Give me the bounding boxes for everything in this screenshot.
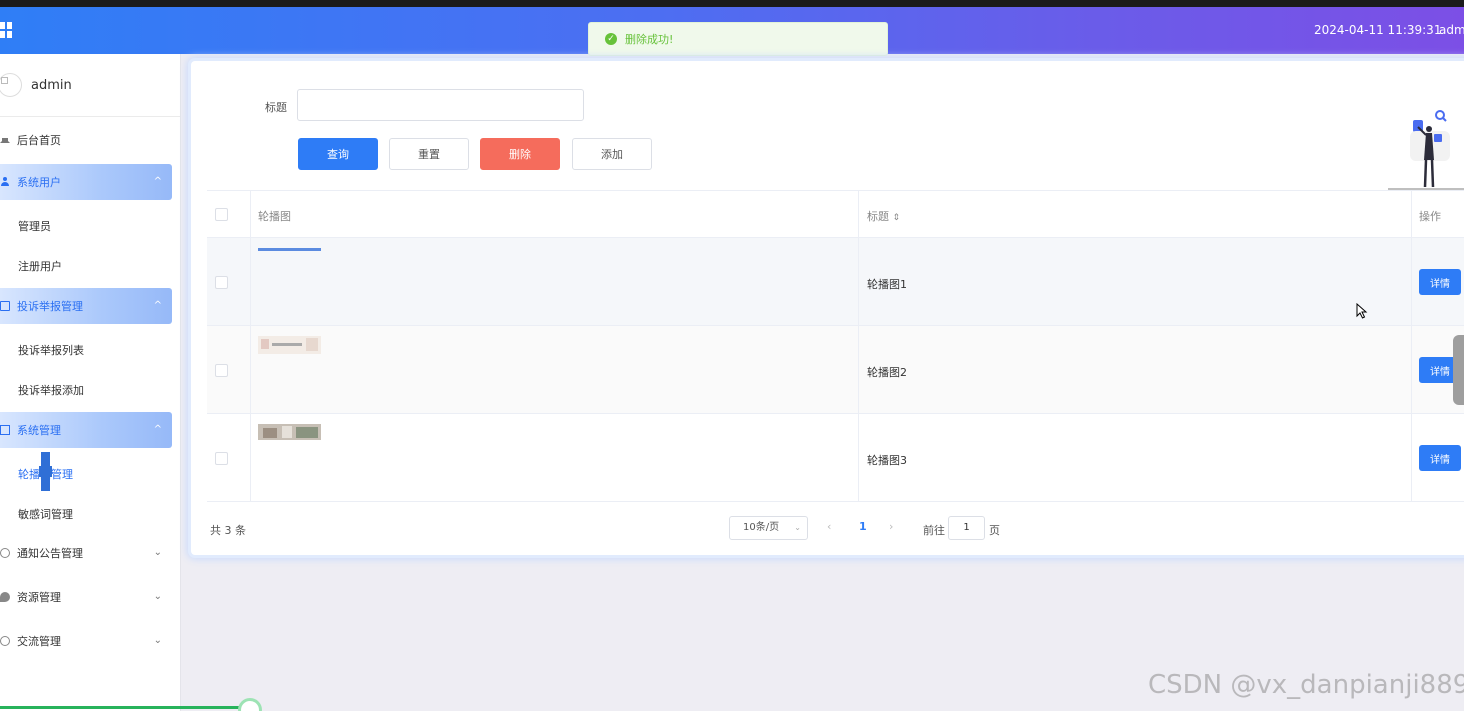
column-header-actions: 操作 [1419,210,1441,223]
leaf-icon [0,592,10,602]
prev-page-icon[interactable]: ‹ [827,520,831,533]
page-size-select[interactable]: 10条/页 ⌄ [729,516,808,540]
drag-cursor-icon [39,452,52,491]
table-row: 轮播图1 详情 [207,238,1464,326]
header-user[interactable]: admin [1439,23,1464,37]
table-header: 轮播图 标题 ⇕ 操作 [207,191,1464,238]
chevron-down-icon: ⌄ [794,523,801,532]
sidebar-subitem-complaint-add[interactable]: 投诉举报添加 [18,382,84,398]
chart-icon [0,425,10,435]
add-button[interactable]: 添加 [572,138,652,170]
next-page-icon[interactable]: › [889,520,893,533]
goto-label: 前往 [923,524,945,537]
sidebar-item-home[interactable]: 后台首页 [0,122,172,158]
row-title: 轮播图2 [867,366,907,379]
goto-unit: 页 [989,524,1000,537]
sidebar-item-label: 资源管理 [17,591,61,604]
sidebar-item-label: 通知公告管理 [17,547,83,560]
chevron-up-icon: ^ [153,424,162,435]
header-datetime: 2024-04-11 11:39:31 [1314,23,1442,37]
sidebar-item-system-management[interactable]: 系统管理 ^ [0,412,172,448]
table-row: 轮播图3 详情 [207,414,1464,502]
sidebar-subitem-sensitive-words[interactable]: 敏感词管理 [18,506,73,522]
floating-circle-button[interactable] [238,698,262,711]
carousel-thumbnail [258,248,321,251]
column-header-title[interactable]: 标题 ⇕ [867,208,900,224]
sidebar-subitem-complaint-list[interactable]: 投诉举报列表 [18,342,84,358]
table-row: 轮播图2 详情 [207,326,1464,414]
carousel-thumbnail [258,336,321,354]
sidebar-item-notices[interactable]: 通知公告管理 ⌄ [0,535,172,571]
bottom-progress-line [0,706,250,709]
sidebar-item-system-users[interactable]: 系统用户 ^ [0,164,172,200]
menu-grid-icon[interactable] [0,22,12,38]
row-checkbox[interactable] [215,364,228,377]
sidebar: admin 后台首页 系统用户 ^ 管理员 注册用户 投诉举报管理 ^ 投诉举报… [0,54,181,711]
chevron-down-icon: ⌄ [153,591,162,602]
home-icon [0,133,10,143]
pagination-total: 共 3 条 [210,524,246,537]
query-button[interactable]: 查询 [298,138,378,170]
title-search-input[interactable] [297,89,584,121]
page-number-current[interactable]: 1 [859,520,867,533]
delete-button[interactable]: 删除 [480,138,560,170]
row-checkbox[interactable] [215,276,228,289]
reset-button[interactable]: 重置 [389,138,469,170]
sidebar-item-complaints[interactable]: 投诉举报管理 ^ [0,288,172,324]
carousel-thumbnail [258,424,321,440]
column-divider [1411,191,1412,502]
sort-icon[interactable]: ⇕ [893,213,901,223]
chevron-down-icon: ⌄ [153,635,162,646]
person-illustration [1388,110,1464,190]
row-title: 轮播图3 [867,454,907,467]
detail-button[interactable]: 详情 [1419,445,1461,471]
sidebar-user: admin [0,54,180,117]
sidebar-item-communication[interactable]: 交流管理 ⌄ [0,623,172,659]
sidebar-user-name: admin [31,77,72,93]
content-card: 标题 查询 重置 删除 添加 轮播图 标题 ⇕ 操作 轮播图1 详情 轮播图2 … [191,61,1464,555]
select-all-checkbox[interactable] [215,208,228,221]
sidebar-item-label: 后台首页 [17,134,61,147]
success-check-icon: ✓ [605,33,617,45]
row-checkbox[interactable] [215,452,228,465]
pagination: 共 3 条 10条/页 ⌄ ‹ 1 › 前往 1 页 [207,516,1407,546]
sidebar-item-resources[interactable]: 资源管理 ⌄ [0,579,172,615]
sidebar-item-label: 交流管理 [17,635,61,648]
chevron-up-icon: ^ [153,300,162,311]
success-toast: ✓ 删除成功! [588,22,888,56]
chat-icon [0,636,10,646]
toast-message: 删除成功! [625,33,674,46]
column-divider [250,191,251,502]
column-header-image: 轮播图 [258,210,291,223]
carousel-table: 轮播图 标题 ⇕ 操作 轮播图1 详情 轮播图2 详情 轮播图3 详情 [207,190,1464,502]
sidebar-subitem-admins[interactable]: 管理员 [18,218,51,234]
scrollbar-handle[interactable] [1453,335,1464,405]
avatar [0,73,22,97]
user-icon [0,177,10,187]
chevron-up-icon: ^ [153,176,162,187]
info-icon [0,548,10,558]
row-title: 轮播图1 [867,278,907,291]
sidebar-item-label: 系统用户 [17,176,61,189]
sidebar-item-label: 系统管理 [17,424,61,437]
mouse-pointer-icon [1356,303,1368,319]
title-search-label: 标题 [265,101,287,114]
goto-page-input[interactable]: 1 [948,516,985,540]
watermark-text: CSDN @vx_danpianji889 [1148,670,1464,700]
sidebar-item-label: 投诉举报管理 [17,300,83,313]
chevron-down-icon: ⌄ [153,547,162,558]
detail-button[interactable]: 详情 [1419,269,1461,295]
column-divider [858,191,859,502]
top-strip [0,0,1464,7]
report-icon [0,301,10,311]
page-size-value: 10条/页 [743,522,780,533]
sidebar-subitem-registered-users[interactable]: 注册用户 [18,258,62,274]
